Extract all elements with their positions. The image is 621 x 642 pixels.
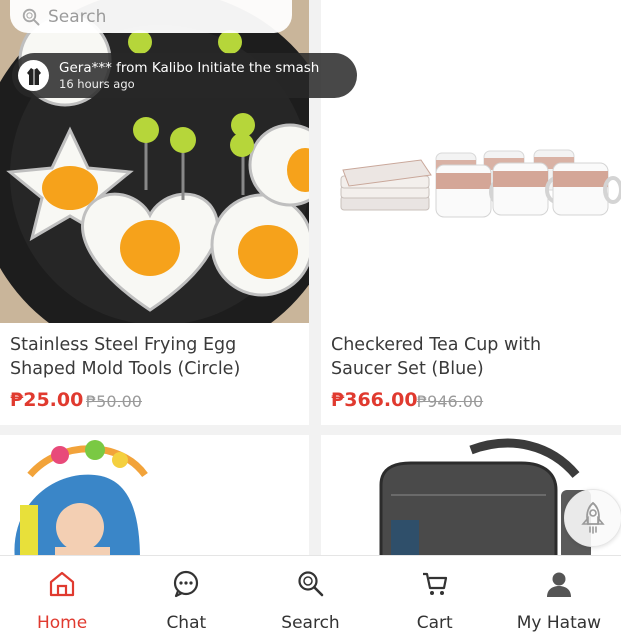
- product-image: [0, 435, 309, 560]
- nav-item-cart[interactable]: Cart: [373, 556, 497, 642]
- cart-icon: [422, 572, 447, 595]
- search-icon: [22, 8, 40, 25]
- nav-label: Chat: [166, 613, 207, 633]
- product-image: [321, 0, 621, 323]
- home-icon: [49, 571, 75, 597]
- product-price: ₱25.00: [10, 389, 84, 411]
- back-to-top-button[interactable]: [564, 489, 621, 547]
- nav-item-search[interactable]: Search: [248, 556, 372, 642]
- search-bar[interactable]: [10, 0, 292, 33]
- product-card[interactable]: Checkered Tea Cup with Saucer Set (Blue)…: [321, 0, 621, 425]
- avatar: [18, 60, 49, 91]
- nav-label: Home: [37, 613, 88, 633]
- purchase-notification-toast: Gera*** from Kalibo Initiate the smash 1…: [12, 53, 357, 98]
- nav-label: Cart: [416, 613, 453, 633]
- product-title[interactable]: Stainless Steel Frying Egg Shaped Mold T…: [10, 333, 295, 381]
- product-price: ₱366.00: [331, 389, 418, 411]
- chat-icon: [174, 570, 199, 598]
- nav-item-home[interactable]: Home: [0, 556, 124, 642]
- jacket-icon: [26, 67, 41, 85]
- product-original-price: ₱946.00: [417, 392, 484, 411]
- toast-timestamp: 16 hours ago: [59, 76, 135, 91]
- product-title[interactable]: Checkered Tea Cup with Saucer Set (Blue): [331, 333, 607, 381]
- toast-message: Gera*** from Kalibo Initiate the smash: [59, 59, 320, 76]
- nav-label: My Hataw: [516, 613, 602, 633]
- nav-item-my-hataw[interactable]: My Hataw: [497, 556, 621, 642]
- product-image: [0, 0, 309, 323]
- user-icon: [546, 572, 571, 597]
- product-original-price: ₱50.00: [86, 392, 142, 411]
- product-card[interactable]: [0, 435, 309, 560]
- search-input[interactable]: [48, 6, 268, 27]
- bottom-navigation: Home Chat Search Cart My Hataw: [0, 555, 621, 642]
- nav-label: Search: [281, 613, 340, 633]
- rocket-icon: [581, 501, 605, 534]
- nav-item-chat[interactable]: Chat: [124, 556, 248, 642]
- search-icon: [297, 571, 323, 597]
